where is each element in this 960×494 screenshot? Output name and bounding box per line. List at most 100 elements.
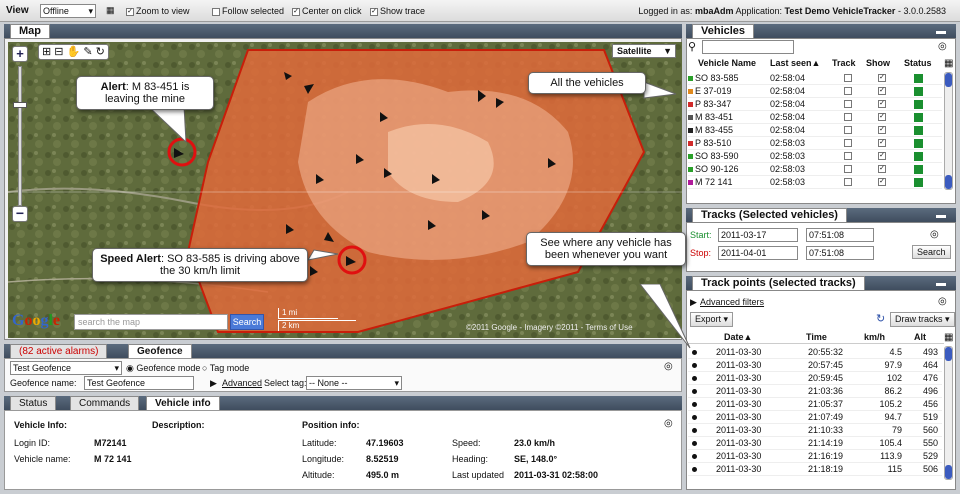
stop-date-input[interactable]: 2011-04-01	[718, 246, 798, 260]
tab-commands[interactable]: Commands	[70, 396, 140, 410]
track-checkbox[interactable]	[844, 74, 852, 82]
help-icon[interactable]: ◎	[664, 361, 673, 372]
tab-tracks[interactable]: Tracks (Selected vehicles)	[692, 208, 847, 222]
track-checkbox[interactable]	[844, 139, 852, 147]
table-row[interactable]: M 83-455 02:58:04 ✓	[688, 124, 942, 137]
geofence-name-input[interactable]: Test Geofence	[84, 376, 194, 390]
geofence-select[interactable]: Test Geofence ▾	[10, 361, 122, 375]
geofence-mode-radio[interactable]: ◉ Geofence mode	[126, 363, 200, 374]
zoom-slider-handle[interactable]	[13, 102, 27, 108]
track-checkbox[interactable]	[844, 178, 852, 186]
show-checkbox[interactable]: ✓	[878, 74, 886, 82]
map-search-input[interactable]: search the map	[74, 314, 228, 330]
table-row[interactable]: 2011-03-30 21:10:33 79 560	[688, 424, 942, 437]
zoom-out-box-icon[interactable]: ⊟	[54, 46, 63, 58]
zoom-to-view-checkbox[interactable]: ✓ Zoom to view	[126, 6, 190, 16]
table-row[interactable]: E 37-019 02:58:04 ✓	[688, 85, 942, 98]
col-kmh[interactable]: km/h	[864, 332, 885, 342]
select-tag-dropdown[interactable]: -- None -- ▾	[306, 376, 402, 390]
col-vehicle-name[interactable]: Vehicle Name	[698, 58, 756, 68]
tab-status[interactable]: Status	[10, 396, 57, 410]
map-type-select[interactable]: Satellite ▼	[612, 44, 676, 58]
col-status[interactable]: Status	[904, 58, 932, 68]
track-checkbox[interactable]	[844, 152, 852, 160]
tab-geofence[interactable]: Geofence	[128, 344, 192, 358]
vehicle-search-input[interactable]	[702, 40, 794, 54]
track-checkbox[interactable]	[844, 113, 852, 121]
table-row[interactable]: P 83-347 02:58:04 ✓	[688, 98, 942, 111]
show-checkbox[interactable]: ✓	[878, 100, 886, 108]
measure-icon[interactable]: ✎	[83, 46, 92, 58]
minimize-icon[interactable]: ▬	[936, 278, 946, 289]
vehicles-scrollbar[interactable]	[944, 72, 953, 190]
show-checkbox[interactable]: ✓	[878, 152, 886, 160]
track-checkbox[interactable]	[844, 87, 852, 95]
table-row[interactable]: M 83-451 02:58:04 ✓	[688, 111, 942, 124]
tab-track-points[interactable]: Track points (selected tracks)	[692, 276, 865, 290]
start-date-input[interactable]: 2011-03-17	[718, 228, 798, 242]
scrollbar-thumb[interactable]	[945, 465, 952, 479]
scrollbar-thumb[interactable]	[945, 347, 952, 361]
grid-icon[interactable]: ▦	[106, 5, 115, 16]
map-search-button[interactable]: Search	[230, 314, 264, 330]
advanced-link[interactable]: Advanced	[222, 378, 262, 388]
center-on-click-checkbox[interactable]: ✓ Center on click	[292, 6, 362, 16]
advanced-filters-link[interactable]: Advanced filters	[700, 297, 764, 307]
start-time-input[interactable]: 07:51:08	[806, 228, 874, 242]
help-icon[interactable]: ◎	[938, 296, 947, 307]
show-checkbox[interactable]: ✓	[878, 178, 886, 186]
table-row[interactable]: 2011-03-30 21:03:36 86.2 496	[688, 385, 942, 398]
col-last-seen[interactable]: Last seen▲	[770, 58, 820, 68]
show-checkbox[interactable]: ✓	[878, 126, 886, 134]
col-time[interactable]: Time	[806, 332, 827, 342]
show-checkbox[interactable]: ✓	[878, 113, 886, 121]
table-row[interactable]: 2011-03-30 20:55:32 4.5 493	[688, 346, 942, 359]
table-row[interactable]: 2011-03-30 21:05:37 105.2 456	[688, 398, 942, 411]
minimize-icon[interactable]: ▬	[936, 210, 946, 221]
show-checkbox[interactable]: ✓	[878, 87, 886, 95]
table-row[interactable]: M 72 141 02:58:03 ✓	[688, 176, 942, 189]
tag-mode-radio[interactable]: ○ Tag mode	[202, 363, 249, 373]
minimize-icon[interactable]: ▬	[936, 26, 946, 37]
scrollbar-thumb[interactable]	[945, 73, 952, 87]
table-row[interactable]: 2011-03-30 21:14:19 105.4 550	[688, 437, 942, 450]
show-trace-checkbox[interactable]: ✓ Show trace	[370, 6, 425, 16]
scrollbar-thumb[interactable]	[945, 175, 952, 189]
show-checkbox[interactable]: ✓	[878, 139, 886, 147]
tab-active-alarms[interactable]: (82 active alarms)	[10, 344, 108, 358]
table-row[interactable]: 2011-03-30 20:57:45 97.9 464	[688, 359, 942, 372]
draw-tracks-button[interactable]: Draw tracks ▾	[890, 312, 955, 327]
view-select[interactable]: Offline ▾	[40, 4, 96, 18]
table-row[interactable]: SO 90-126 02:58:03 ✓	[688, 163, 942, 176]
col-alt[interactable]: Alt	[914, 332, 926, 342]
col-date[interactable]: Date▲	[724, 332, 752, 342]
track-checkbox[interactable]	[844, 126, 852, 134]
track-checkbox[interactable]	[844, 100, 852, 108]
columns-icon[interactable]: ▦	[944, 332, 953, 343]
pan-icon[interactable]: ✋	[67, 46, 81, 58]
lasso-icon[interactable]: ↻	[96, 46, 105, 58]
tab-vehicles[interactable]: Vehicles	[692, 24, 755, 38]
zoom-box-icon[interactable]: ⊞	[42, 46, 51, 58]
table-row[interactable]: P 83-510 02:58:03 ✓	[688, 137, 942, 150]
help-icon[interactable]: ◎	[664, 418, 673, 429]
tracks-search-button[interactable]: Search	[912, 245, 951, 259]
trackpoints-scrollbar[interactable]	[944, 346, 953, 480]
table-row[interactable]: 2011-03-30 21:18:19 115 506	[688, 463, 942, 476]
track-checkbox[interactable]	[844, 165, 852, 173]
col-track[interactable]: Track	[832, 58, 856, 68]
table-row[interactable]: 2011-03-30 21:16:19 113.9 529	[688, 450, 942, 463]
zoom-out-button[interactable]: −	[12, 206, 28, 222]
help-icon[interactable]: ◎	[938, 41, 947, 52]
show-checkbox[interactable]: ✓	[878, 165, 886, 173]
refresh-icon[interactable]: ↻	[876, 312, 885, 325]
help-icon[interactable]: ◎	[930, 229, 939, 240]
follow-selected-checkbox[interactable]: Follow selected	[212, 6, 284, 16]
zoom-slider-track[interactable]	[18, 66, 22, 206]
stop-time-input[interactable]: 07:51:08	[806, 246, 874, 260]
zoom-in-button[interactable]: +	[12, 46, 28, 62]
table-row[interactable]: SO 83-585 02:58:04 ✓	[688, 72, 942, 85]
map-canvas[interactable]: + − ⊞ ⊟ ✋ ✎ ↻ Satellite ▼ Alert: M 83-451…	[8, 42, 682, 338]
table-row[interactable]: SO 83-590 02:58:03 ✓	[688, 150, 942, 163]
table-row[interactable]: 2011-03-30 21:07:49 94.7 519	[688, 411, 942, 424]
